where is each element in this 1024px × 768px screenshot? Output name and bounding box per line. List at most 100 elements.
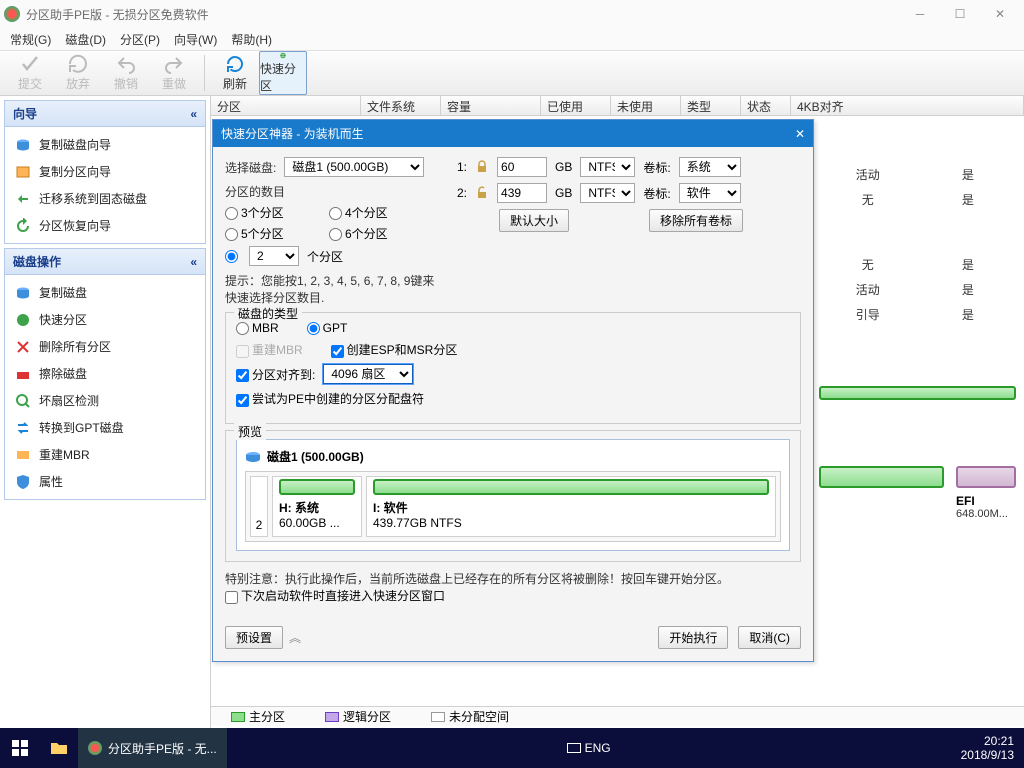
col-type[interactable]: 类型 (681, 96, 741, 115)
row1-index: 1: (457, 160, 467, 174)
radio-3[interactable]: 3个分区 (225, 204, 325, 221)
diskop-item[interactable]: 擦除磁盘 (7, 360, 203, 387)
col-partition[interactable]: 分区 (211, 96, 361, 115)
menu-general[interactable]: 常规(G) (10, 31, 51, 48)
col-used[interactable]: 已使用 (541, 96, 611, 115)
redo-button[interactable]: 重做 (150, 51, 198, 95)
refresh-icon (225, 54, 245, 74)
radio-gpt[interactable]: GPT (307, 321, 348, 335)
ime-indicator[interactable]: ENG (559, 741, 619, 755)
diskop-item[interactable]: 删除所有分区 (7, 333, 203, 360)
menu-partition[interactable]: 分区(P) (120, 31, 160, 48)
grid-header: 分区 文件系统 容量 已使用 未使用 类型 状态 4KB对齐 (211, 96, 1024, 116)
assign-letters-checkbox[interactable]: 尝试为PE中创建的分区分配盘符 (236, 390, 424, 407)
row2-index: 2: (457, 186, 467, 200)
lock-icon[interactable] (475, 160, 489, 174)
preview-disk: 磁盘1 (500.00GB) 2 H: 系统 60.00GB ... I: 软件… (236, 439, 790, 551)
taskbar-app[interactable]: 分区助手PE版 - 无... (78, 728, 227, 768)
preset-button[interactable]: 预设置 (225, 626, 283, 649)
disk-select[interactable]: 磁盘1 (500.00GB) (284, 157, 424, 177)
radio-4[interactable]: 4个分区 (329, 204, 429, 221)
default-size-button[interactable]: 默认大小 (499, 209, 569, 232)
minimize-button[interactable]: ─ (900, 2, 940, 26)
wizard-header[interactable]: 向导 « (5, 101, 205, 127)
clock[interactable]: 20:21 2018/9/13 (951, 732, 1024, 764)
migrate-icon (15, 191, 31, 207)
preview-legend: 预览 (234, 423, 266, 440)
diskop-item[interactable]: 复制磁盘 (7, 279, 203, 306)
taskbar-explorer[interactable] (40, 728, 78, 768)
custom-count-select[interactable]: 2 (249, 246, 299, 266)
next-boot-checkbox[interactable]: 下次启动软件时直接进入快速分区窗口 (225, 587, 445, 604)
warning-text: 特别注意：执行此操作后，当前所选磁盘上已经存在的所有分区将被删除！按回车键开始分… (225, 570, 801, 587)
col-4k[interactable]: 4KB对齐 (791, 96, 1024, 115)
align-checkbox[interactable]: 分区对齐到: (236, 366, 315, 383)
diskop-item[interactable]: 坏扇区检测 (7, 387, 203, 414)
folder-icon (50, 741, 68, 755)
wizard-item[interactable]: 复制磁盘向导 (7, 131, 203, 158)
menu-disk[interactable]: 磁盘(D) (65, 31, 106, 48)
submit-button[interactable]: 提交 (6, 51, 54, 95)
row1-label[interactable]: 系统 (679, 157, 741, 177)
diskops-panel: 磁盘操作 « 复制磁盘 快速分区 删除所有分区 擦除磁盘 坏扇区检测 转换到GP… (4, 248, 206, 500)
cancel-button[interactable]: 取消(C) (738, 626, 801, 649)
wizard-item[interactable]: 分区恢复向导 (7, 212, 203, 239)
select-disk-label: 选择磁盘: (225, 159, 276, 176)
start-button[interactable]: 开始执行 (658, 626, 728, 649)
col-unused[interactable]: 未使用 (611, 96, 681, 115)
row1-fs[interactable]: NTFS (580, 157, 635, 177)
disk-icon (15, 137, 31, 153)
app-icon (4, 6, 20, 22)
undo-button[interactable]: 撤销 (102, 51, 150, 95)
wizard-item[interactable]: 迁移系统到固态磁盘 (7, 185, 203, 212)
row2-size[interactable] (497, 183, 547, 203)
preview-slot-1[interactable]: H: 系统 60.00GB ... (272, 476, 362, 537)
bg-diskbar-2 (819, 466, 944, 488)
diskop-item[interactable]: 重建MBR (7, 441, 203, 468)
taskbar: 分区助手PE版 - 无... ENG 20:21 2018/9/13 (0, 728, 1024, 768)
row1-size[interactable] (497, 157, 547, 177)
unlock-icon[interactable] (475, 186, 489, 200)
menu-wizard[interactable]: 向导(W) (174, 31, 217, 48)
chevron-up-icon[interactable]: ︽ (289, 629, 301, 646)
radio-5[interactable]: 5个分区 (225, 225, 325, 242)
align-select[interactable]: 4096 扇区 (323, 364, 413, 384)
dialog-close-button[interactable]: ✕ (795, 127, 805, 141)
preview-group: 预览 磁盘1 (500.00GB) 2 H: 系统 60.00GB ... I (225, 430, 801, 562)
wizard-item[interactable]: 复制分区向导 (7, 158, 203, 185)
maximize-button[interactable]: ☐ (940, 2, 980, 26)
start-button[interactable] (0, 728, 40, 768)
diskop-item[interactable]: 快速分区 (7, 306, 203, 333)
radio-6[interactable]: 6个分区 (329, 225, 429, 242)
scan-icon (15, 393, 31, 409)
close-button[interactable]: ✕ (980, 2, 1020, 26)
menubar: 常规(G) 磁盘(D) 分区(P) 向导(W) 帮助(H) (0, 28, 1024, 50)
row2-label[interactable]: 软件 (679, 183, 741, 203)
diskop-item[interactable]: 转换到GPT磁盘 (7, 414, 203, 441)
windows-icon (12, 740, 28, 756)
toolbar: 提交 放弃 撤销 重做 刷新 快速分区 (0, 50, 1024, 96)
disk-icon (15, 285, 31, 301)
preview-slot-2[interactable]: I: 软件 439.77GB NTFS (366, 476, 776, 537)
mbr-icon (15, 447, 31, 463)
dialog-titlebar: 快速分区神器 - 为装机而生 ✕ (213, 120, 813, 147)
quick-partition-button[interactable]: 快速分区 (259, 51, 307, 95)
col-status[interactable]: 状态 (741, 96, 791, 115)
chevron-up-icon: « (190, 255, 197, 269)
globe-icon (15, 312, 31, 328)
radio-custom[interactable] (225, 249, 241, 263)
diskops-header[interactable]: 磁盘操作 « (5, 249, 205, 275)
discard-button[interactable]: 放弃 (54, 51, 102, 95)
separator (204, 55, 205, 91)
diskop-item[interactable]: 属性 (7, 468, 203, 495)
radio-mbr[interactable]: MBR (236, 321, 279, 335)
col-cap[interactable]: 容量 (441, 96, 541, 115)
refresh-button[interactable]: 刷新 (211, 51, 259, 95)
remove-labels-button[interactable]: 移除所有卷标 (649, 209, 743, 232)
row2-fs[interactable]: NTFS (580, 183, 635, 203)
col-fs[interactable]: 文件系统 (361, 96, 441, 115)
menu-help[interactable]: 帮助(H) (231, 31, 272, 48)
shield-icon (15, 474, 31, 490)
create-esp-checkbox[interactable]: 创建ESP和MSR分区 (331, 341, 458, 358)
convert-icon (15, 420, 31, 436)
